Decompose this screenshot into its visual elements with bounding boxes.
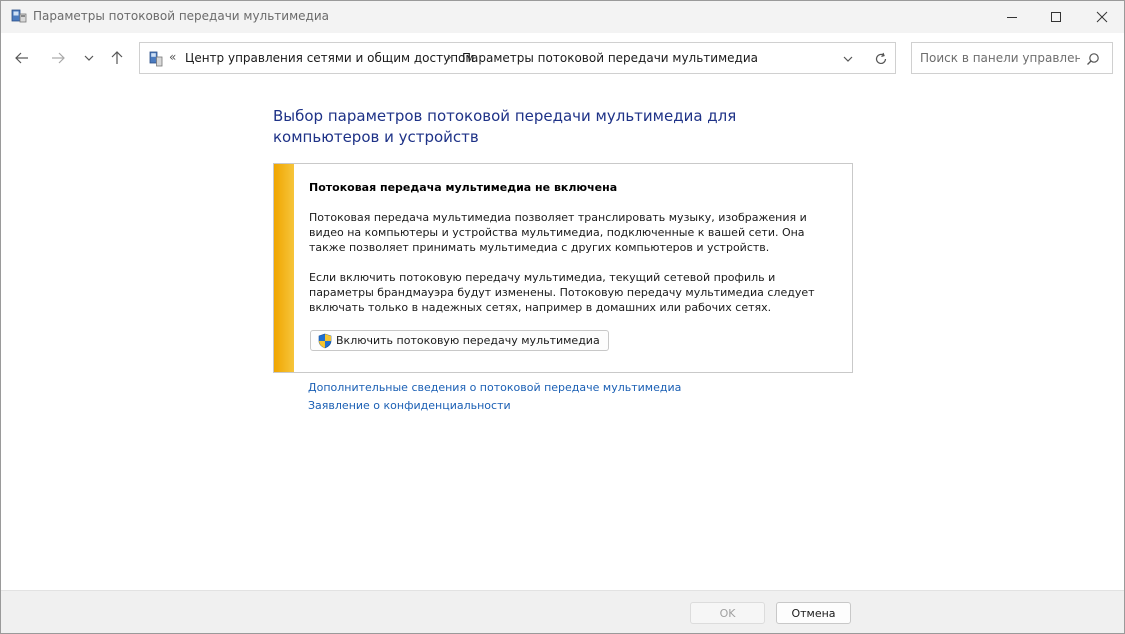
up-button[interactable] — [105, 46, 129, 70]
title-bar: Параметры потоковой передачи мультимедиа — [1, 1, 1124, 33]
media-streaming-app-icon — [11, 9, 27, 23]
ok-button[interactable]: OK — [690, 602, 765, 624]
maximize-icon — [1051, 12, 1061, 22]
panel-description: Потоковая передача мультимедиа позволяет… — [309, 211, 807, 254]
forward-button[interactable] — [46, 46, 70, 70]
breadcrumb-separator[interactable]: › — [447, 50, 452, 64]
minimize-icon — [1007, 17, 1017, 18]
media-streaming-window: Параметры потоковой передачи мультимедиа — [0, 0, 1125, 634]
window-title: Параметры потоковой передачи мультимедиа — [33, 9, 329, 23]
arrow-right-icon — [52, 52, 65, 64]
dialog-footer: OK Отмена — [1, 590, 1124, 633]
uac-shield-icon — [318, 333, 332, 348]
close-icon — [1096, 11, 1108, 23]
address-dropdown-icon[interactable] — [840, 51, 856, 67]
warning-stripe — [274, 164, 294, 372]
panel-warning-text: Если включить потоковую передачу мультим… — [309, 271, 815, 314]
search-icon[interactable] — [1086, 52, 1100, 66]
panel-title: Потоковая передача мультимедиа не включе… — [309, 181, 618, 194]
breadcrumb-network-center[interactable]: Центр управления сетями и общим доступом — [185, 51, 474, 65]
media-streaming-location-icon — [149, 51, 163, 67]
chevron-down-icon — [84, 55, 94, 61]
breadcrumb-media-streaming[interactable]: Параметры потоковой передачи мультимедиа — [462, 51, 758, 65]
refresh-icon[interactable] — [873, 51, 889, 67]
maximize-button[interactable] — [1033, 1, 1079, 33]
page-title: Выбор параметров потоковой передачи муль… — [273, 107, 737, 146]
streaming-status-panel: Потоковая передача мультимедиа не включе… — [273, 163, 853, 373]
arrow-up-icon — [111, 51, 123, 64]
search-box[interactable] — [911, 42, 1113, 74]
enable-streaming-label: Включить потоковую передачу мультимедиа — [336, 334, 600, 347]
more-info-link[interactable]: Дополнительные сведения о потоковой пере… — [308, 381, 681, 394]
recent-locations-button[interactable] — [77, 46, 101, 70]
arrow-left-icon — [15, 52, 28, 64]
privacy-statement-link[interactable]: Заявление о конфиденциальности — [308, 399, 511, 412]
enable-streaming-button[interactable]: Включить потоковую передачу мультимедиа — [310, 330, 609, 351]
back-button[interactable] — [10, 46, 34, 70]
breadcrumb-overflow[interactable]: « — [169, 50, 176, 64]
cancel-button[interactable]: Отмена — [776, 602, 851, 624]
address-bar[interactable]: « Центр управления сетями и общим доступ… — [139, 42, 896, 74]
search-input[interactable] — [920, 51, 1080, 65]
close-button[interactable] — [1079, 1, 1124, 33]
minimize-button[interactable] — [989, 1, 1035, 33]
